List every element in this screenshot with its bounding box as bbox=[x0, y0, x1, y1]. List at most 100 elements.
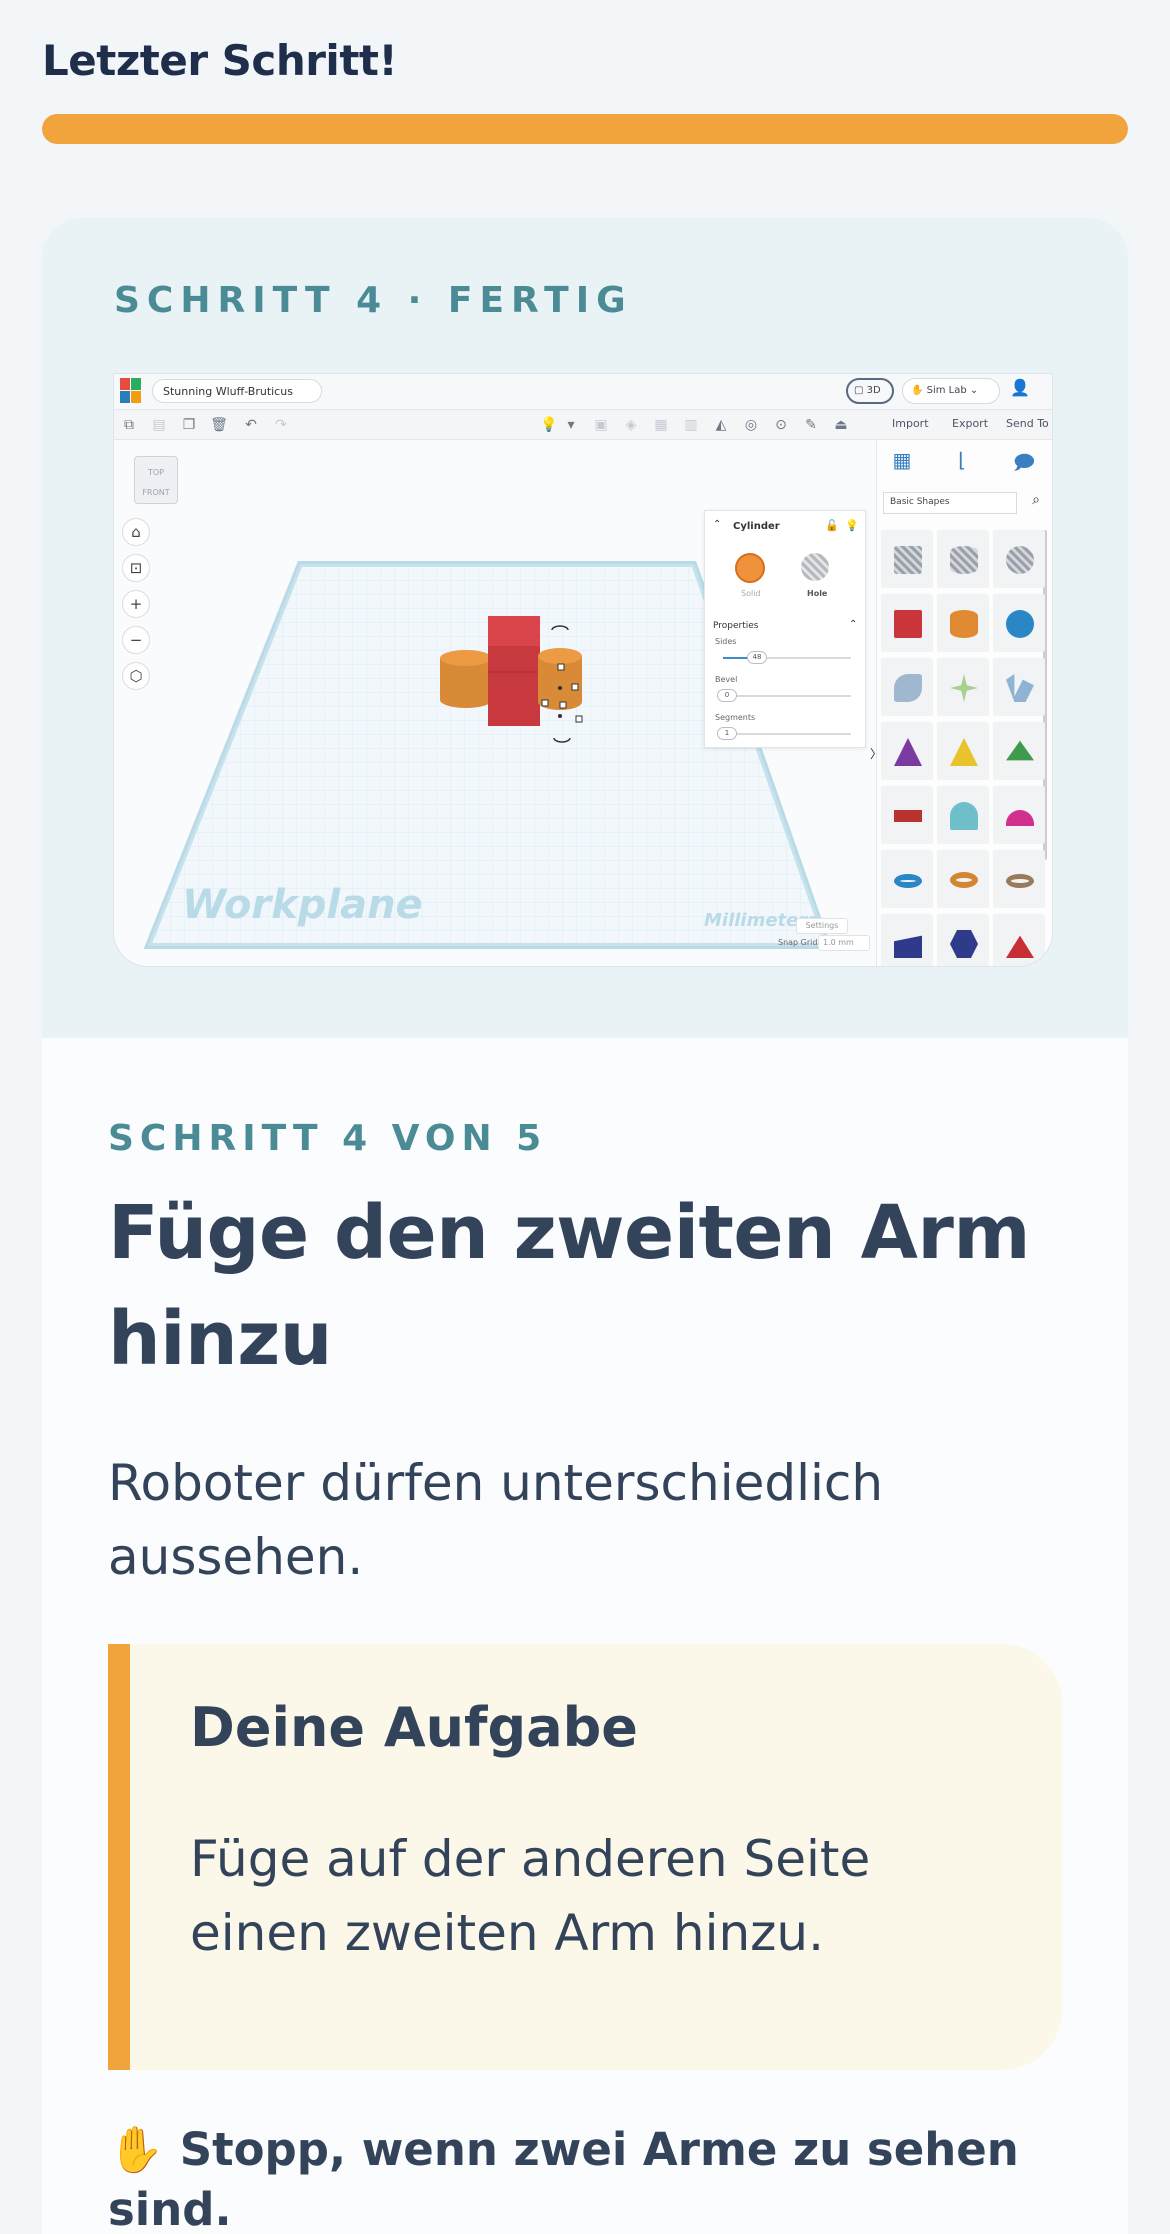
shape-roof[interactable] bbox=[993, 722, 1045, 780]
shape-half-sphere[interactable] bbox=[937, 786, 989, 844]
notes-icon[interactable]: ✎ bbox=[802, 416, 820, 434]
view-cube-front: FRONT bbox=[142, 488, 170, 497]
workplane-tool-icon[interactable]: ⏏ bbox=[832, 416, 850, 434]
sim-lab-button[interactable]: ✋ Sim Lab ⌄ bbox=[902, 378, 1000, 404]
grid-tab-icon[interactable]: ▦ bbox=[887, 448, 917, 478]
lesson-lead-text: Roboter dürfen unterschiedlich aussehen. bbox=[108, 1454, 884, 1586]
lock-icon[interactable]: 🔓 bbox=[825, 519, 839, 532]
segments-value[interactable]: 1 bbox=[717, 727, 737, 740]
visibility-icon[interactable]: 💡 bbox=[845, 519, 859, 532]
perspective-icon[interactable]: ⬡ bbox=[122, 662, 150, 690]
shape-cone[interactable] bbox=[881, 722, 933, 780]
shape-paraboloid[interactable] bbox=[993, 914, 1045, 966]
step-counter: SCHRITT 4 VON 5 bbox=[108, 1118, 548, 1159]
tinkercad-screenshot: Stunning Wluff-Bruticus ▢ 3D ✋ Sim Lab ⌄… bbox=[114, 374, 1052, 966]
shape-text[interactable] bbox=[993, 658, 1045, 716]
view-3d-toggle[interactable]: ▢ 3D bbox=[846, 378, 894, 404]
tinkercad-logo-icon bbox=[120, 378, 142, 404]
collapse-icon[interactable]: ⌃ bbox=[713, 519, 721, 530]
view-cube[interactable]: TOP FRONT bbox=[134, 456, 178, 504]
zoom-in-icon[interactable]: + bbox=[122, 590, 150, 618]
fit-view-icon[interactable]: ⊡ bbox=[122, 554, 150, 582]
export-button[interactable]: Export bbox=[952, 417, 988, 430]
3d-viewport[interactable]: 〉 TOP FRONT ⌂ ⊡ + − ⬡ Workplane Millimet… bbox=[114, 440, 876, 966]
shape-star[interactable] bbox=[937, 658, 989, 716]
distribute-icon[interactable]: ▥ bbox=[682, 416, 700, 434]
shape-box[interactable] bbox=[881, 594, 933, 652]
bevel-value[interactable]: 0 bbox=[717, 689, 737, 702]
inspector-title: Cylinder bbox=[733, 521, 780, 532]
snap-grid-select[interactable]: 1.0 mm bbox=[818, 935, 870, 951]
progress-bar-fill bbox=[42, 114, 1128, 144]
redo-icon[interactable]: ↷ bbox=[272, 416, 290, 434]
shape-wedge[interactable] bbox=[881, 914, 933, 966]
properties-label: Properties bbox=[713, 621, 759, 631]
home-view-icon[interactable]: ⌂ bbox=[122, 518, 150, 546]
shape-dome[interactable] bbox=[993, 786, 1045, 844]
sides-value[interactable]: 48 bbox=[747, 651, 767, 664]
sides-label: Sides bbox=[715, 637, 737, 646]
sides-slider[interactable]: 48 bbox=[723, 651, 851, 664]
segments-slider[interactable]: 1 bbox=[717, 727, 851, 740]
snap-grid-label: Snap Grid bbox=[778, 938, 818, 947]
task-body: Füge auf der anderen Seite einen zweiten… bbox=[190, 1830, 871, 1962]
ungroup-icon[interactable]: ◈ bbox=[622, 416, 640, 434]
shape-text-block[interactable] bbox=[881, 786, 933, 844]
shape-ring[interactable] bbox=[993, 850, 1045, 908]
cruise-icon[interactable]: ◎ bbox=[742, 416, 760, 434]
stop-hint-text: Stopp, wenn zwei Arme zu sehen sind. bbox=[108, 2123, 1019, 2234]
shape-polygon[interactable] bbox=[937, 914, 989, 966]
solid-option[interactable] bbox=[735, 553, 765, 583]
settings-button[interactable]: Settings bbox=[796, 918, 848, 934]
shape-box-striped[interactable] bbox=[881, 530, 933, 588]
notes-tab-icon[interactable]: 🗩 bbox=[1009, 448, 1039, 478]
import-button[interactable]: Import bbox=[892, 417, 929, 430]
hole-option[interactable] bbox=[801, 553, 829, 581]
shape-category-select[interactable]: Basic Shapes bbox=[883, 492, 1017, 514]
page-title: Letzter Schritt! bbox=[42, 36, 398, 85]
paste-icon[interactable]: ▤ bbox=[150, 416, 168, 434]
shape-inspector: ⌃ Cylinder 🔓 💡 Solid Hole Properties ⌃ S… bbox=[704, 510, 866, 748]
shape-tube[interactable] bbox=[937, 850, 989, 908]
send-to-button[interactable]: Send To bbox=[1006, 417, 1049, 430]
bevel-label: Bevel bbox=[715, 675, 738, 684]
hero-step-label: SCHRITT 4 · FERTIG bbox=[114, 280, 633, 321]
shape-sphere[interactable] bbox=[993, 594, 1045, 652]
sim-lab-label: Sim Lab bbox=[926, 385, 967, 396]
task-title: Deine Aufgabe bbox=[190, 1696, 638, 1759]
view-3d-label: 3D bbox=[866, 385, 881, 396]
shape-scribble[interactable] bbox=[881, 658, 933, 716]
raised-hand-icon: ✋ bbox=[108, 2123, 165, 2176]
shape-sphere-striped[interactable] bbox=[993, 530, 1045, 588]
lesson-heading: Füge den zweiten Arm hinzu bbox=[108, 1190, 1030, 1382]
bevel-slider[interactable]: 0 bbox=[717, 689, 851, 702]
workplane-label: Workplane bbox=[182, 882, 423, 928]
undo-icon[interactable]: ↶ bbox=[242, 416, 260, 434]
solid-label: Solid bbox=[741, 589, 761, 598]
project-name-field[interactable]: Stunning Wluff-Bruticus bbox=[152, 379, 322, 403]
ruler-tab-icon[interactable]: ⌊ bbox=[947, 448, 977, 478]
edit-toolbar: ⧉ ▤ ❐ 🗑 ↶ ↷ 💡 ▾ ▣ ◈ ▦ ▥ ◭ ◎ ⊙ ✎ ⏏ Import… bbox=[114, 410, 1052, 440]
shape-torus[interactable] bbox=[881, 850, 933, 908]
shape-cylinder-striped[interactable] bbox=[937, 530, 989, 588]
view-cube-top: TOP bbox=[147, 468, 164, 477]
dropdown-caret-icon[interactable]: ▾ bbox=[562, 416, 580, 434]
user-avatar-icon[interactable]: 👤 bbox=[1010, 378, 1050, 404]
zoom-out-icon[interactable]: − bbox=[122, 626, 150, 654]
app-top-bar: Stunning Wluff-Bruticus ▢ 3D ✋ Sim Lab ⌄… bbox=[114, 374, 1052, 410]
search-icon[interactable]: ⌕ bbox=[1025, 492, 1047, 514]
align-icon[interactable]: ▦ bbox=[652, 416, 670, 434]
shape-pyramid[interactable] bbox=[937, 722, 989, 780]
shape-cylinder[interactable] bbox=[937, 594, 989, 652]
light-icon[interactable]: 💡 bbox=[540, 416, 558, 434]
delete-icon[interactable]: 🗑 bbox=[210, 416, 228, 434]
duplicate-icon[interactable]: ❐ bbox=[180, 416, 198, 434]
mirror-icon[interactable]: ◭ bbox=[712, 416, 730, 434]
ruler-icon[interactable]: ⊙ bbox=[772, 416, 790, 434]
properties-collapse-icon[interactable]: ⌃ bbox=[849, 619, 857, 630]
progress-bar bbox=[42, 114, 1128, 144]
group-icon[interactable]: ▣ bbox=[592, 416, 610, 434]
copy-icon[interactable]: ⧉ bbox=[120, 416, 138, 434]
shapes-library: ▦ ⌊ 🗩 Basic Shapes ⌕ bbox=[876, 440, 1052, 966]
stop-hint: ✋ Stopp, wenn zwei Arme zu sehen sind. bbox=[108, 2120, 1048, 2234]
